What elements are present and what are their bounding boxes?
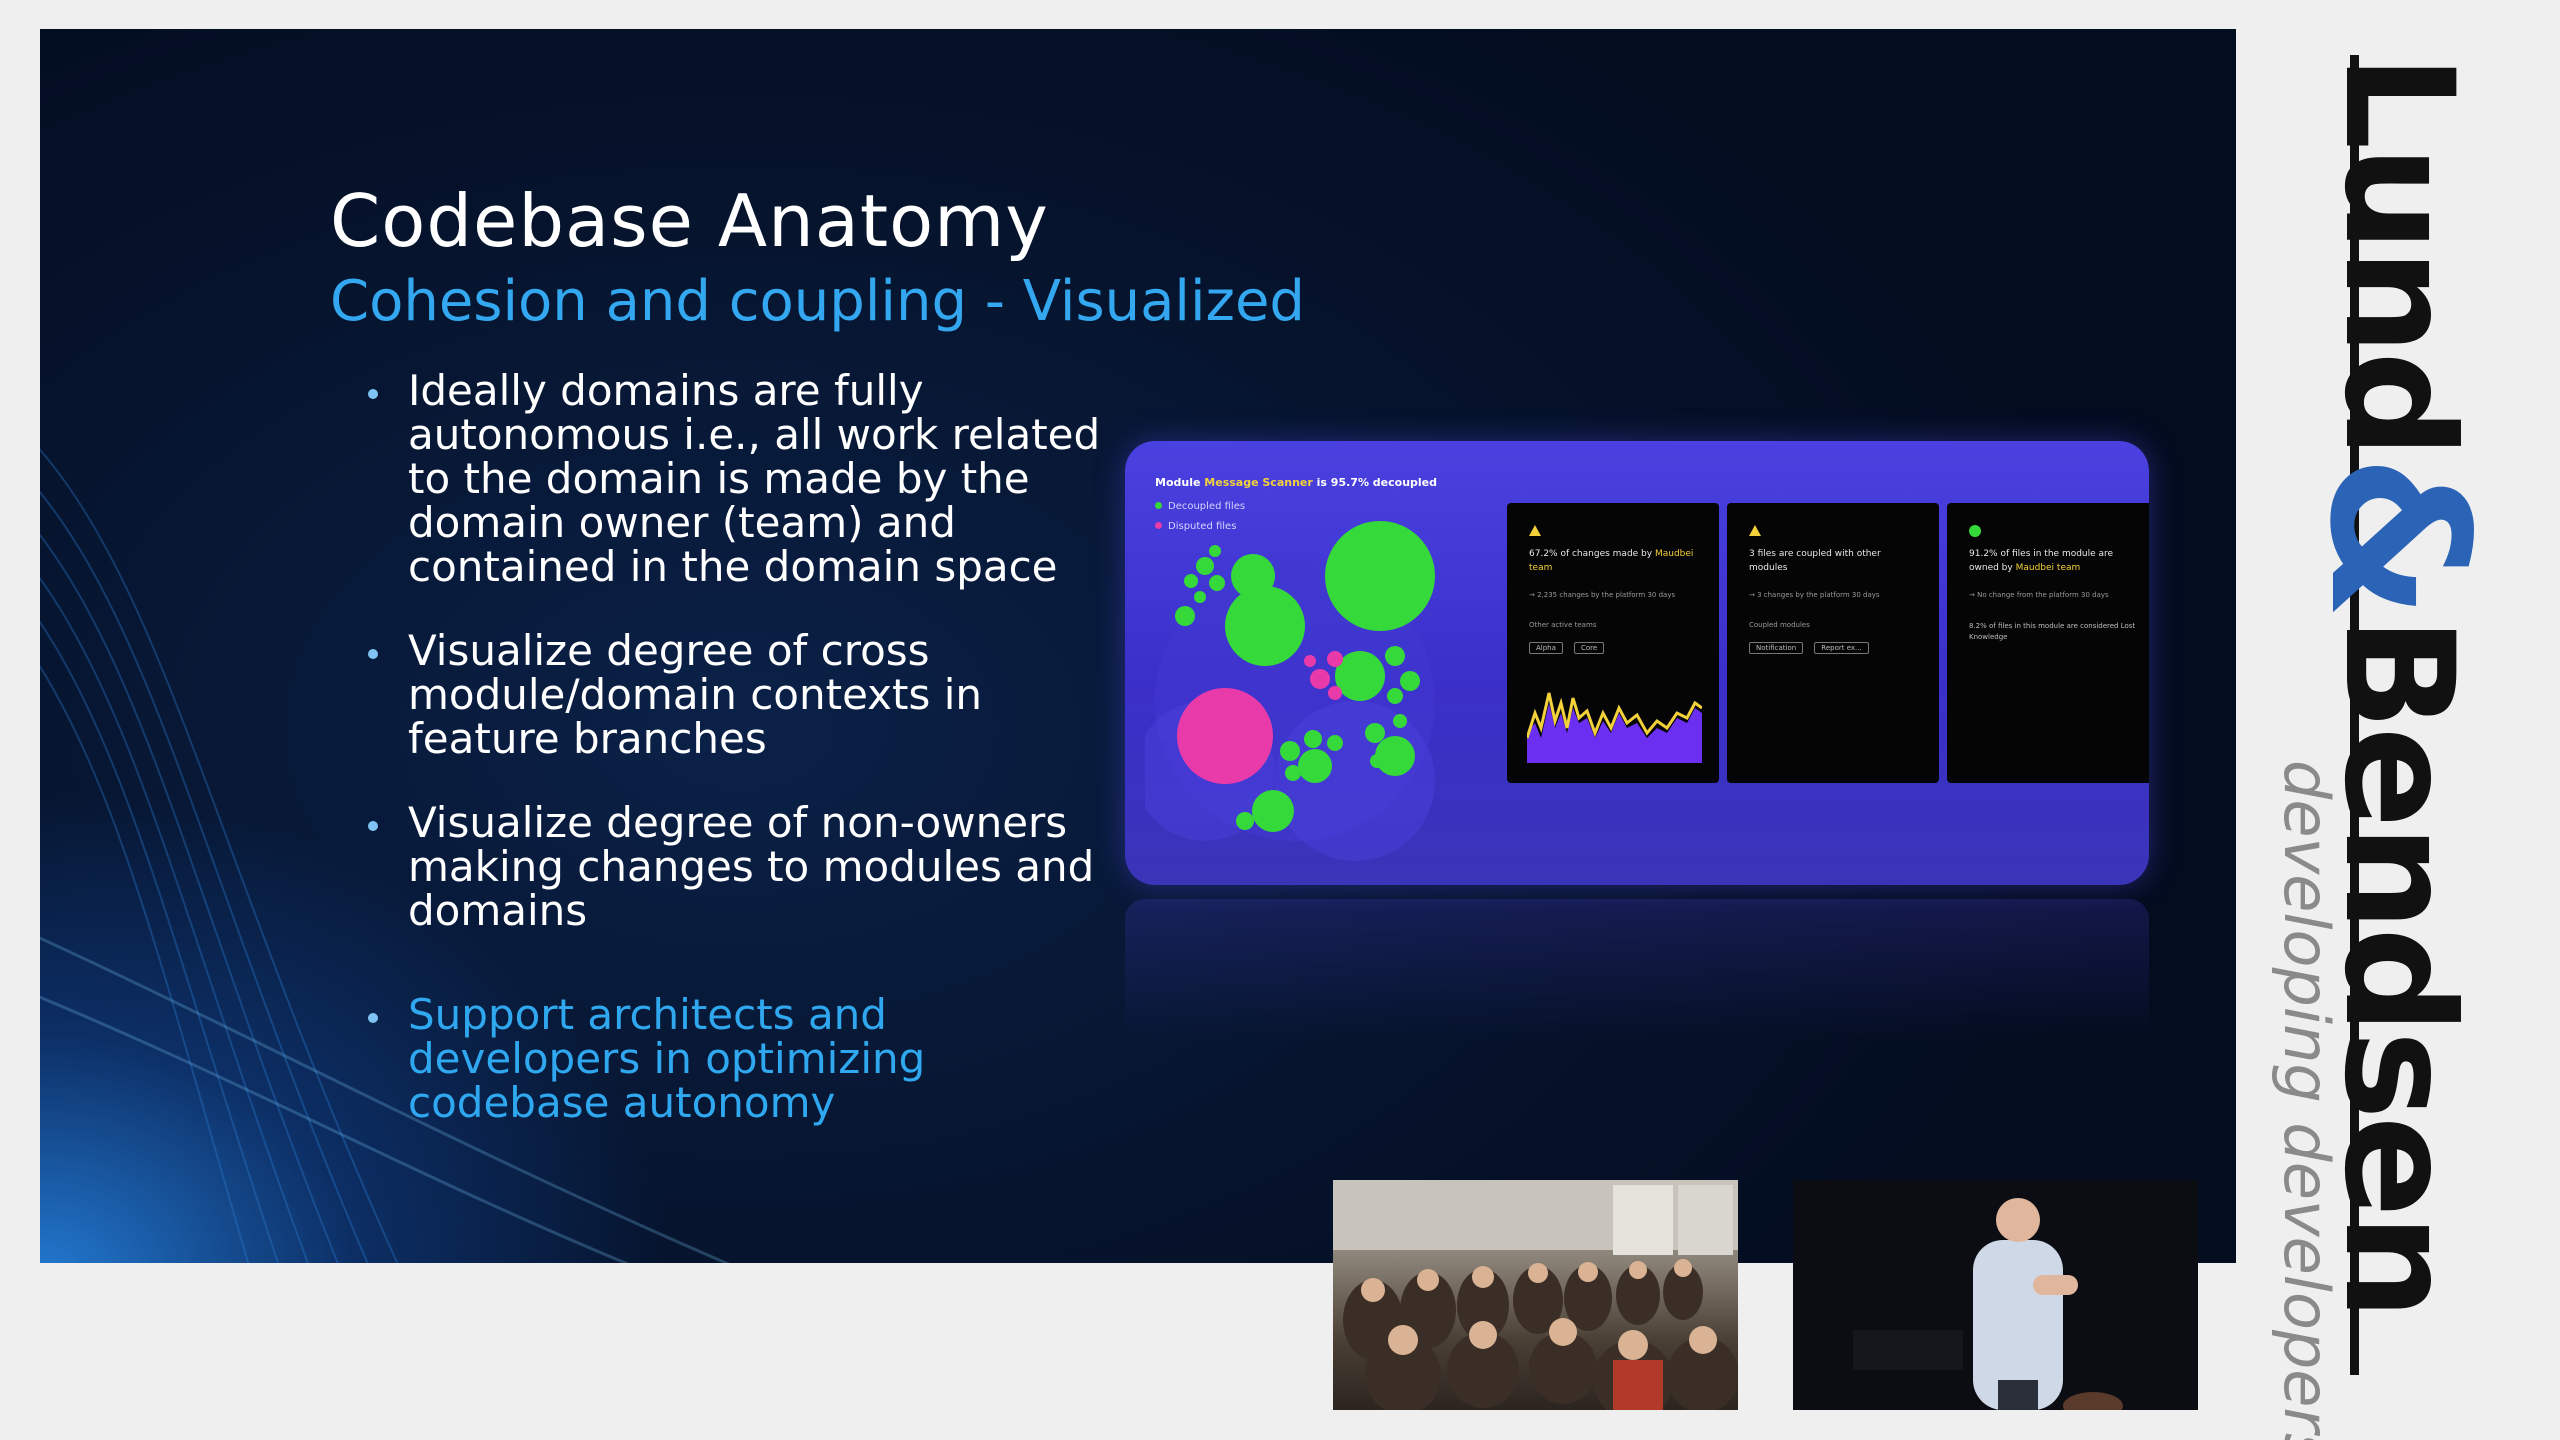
card-text: 3 files are coupled with other modules <box>1749 547 1919 575</box>
brand-tagline: developing developers <box>2270 760 2343 1440</box>
slide: Codebase Anatomy Cohesion and coupling -… <box>40 29 2236 1263</box>
module-header-suffix: is 95.7% decoupled <box>1316 476 1438 489</box>
brand-ampersand: & <box>2288 454 2509 617</box>
module-name: Message Scanner <box>1204 476 1313 489</box>
screenshot-reflection <box>1125 899 2149 1039</box>
brand-logo: Lund&Bendsen <box>2288 54 2509 1374</box>
legend-swatch-icon <box>1155 502 1162 509</box>
insight-card-ownership: 91.2% of files in the module are owned b… <box>1947 503 2149 783</box>
team-tag: Core <box>1574 642 1605 654</box>
card-tags: Notification Report ex... <box>1749 635 1875 654</box>
status-dot-icon <box>1969 525 1981 537</box>
bullet-text: Visualize degree of non-owners making ch… <box>408 798 1095 935</box>
card-sublabel: Other active teams <box>1529 621 1597 629</box>
card-detail: → 2,235 changes by the platform 30 days <box>1529 591 1676 599</box>
audience-camera-feed <box>1333 1180 1738 1410</box>
audience-image <box>1333 1180 1738 1410</box>
bullet-text: Visualize degree of cross module/domain … <box>408 626 983 763</box>
slide-subtitle: Cohesion and coupling - Visualized <box>330 269 1305 334</box>
module-tag: Report ex... <box>1814 642 1869 654</box>
activity-area-chart <box>1527 692 1702 763</box>
accent-bullet-item: Support architects and developers in opt… <box>330 993 1130 1125</box>
presentation-stream: Codebase Anatomy Cohesion and coupling -… <box>0 0 2560 1440</box>
warning-triangle-icon <box>1749 525 1761 536</box>
bullet-list: Ideally domains are fully autonomous i.e… <box>330 369 1130 1165</box>
embedded-app-screenshot: Module Message Scanner is 95.7% decouple… <box>1125 441 2149 885</box>
card-text-main: 3 files are coupled with other modules <box>1749 549 1881 573</box>
card-sublabel: 8.2% of files in this module are conside… <box>1969 622 2136 641</box>
card-text-highlight: Maudbei team <box>2015 563 2081 573</box>
card-text: 67.2% of changes made by Maudbei team <box>1529 547 1699 575</box>
slide-title: Codebase Anatomy <box>330 179 1049 263</box>
bullet-dot-icon <box>368 821 378 831</box>
bullet-text: Ideally domains are fully autonomous i.e… <box>408 366 1101 591</box>
card-text-main: 67.2% of changes made by <box>1529 549 1653 559</box>
speaker-camera-feed <box>1793 1180 2198 1410</box>
insight-card-teams: 67.2% of changes made by Maudbei team → … <box>1507 503 1719 783</box>
accent-bullet-text: Support architects and developers in opt… <box>408 990 926 1127</box>
card-detail: → No change from the platform 30 days <box>1969 591 2109 599</box>
module-tag: Notification <box>1749 642 1804 654</box>
bubble-chart <box>1145 521 1435 861</box>
bullet-item: Visualize degree of non-owners making ch… <box>330 801 1130 933</box>
speaker-image <box>1793 1180 2198 1410</box>
module-header-prefix: Module <box>1155 476 1201 489</box>
card-text: 91.2% of files in the module are owned b… <box>1969 547 2139 575</box>
team-tag: Alpha <box>1529 642 1563 654</box>
insight-card-coupling: 3 files are coupled with other modules →… <box>1727 503 1939 783</box>
card-tags: Alpha Core <box>1529 635 1610 654</box>
module-header: Module Message Scanner is 95.7% decouple… <box>1155 476 1437 489</box>
bullet-dot-icon <box>368 649 378 659</box>
warning-triangle-icon <box>1529 525 1541 536</box>
bullet-item: Visualize degree of cross module/domain … <box>330 629 1130 761</box>
bullet-dot-icon <box>368 1013 378 1023</box>
bullet-item: Ideally domains are fully autonomous i.e… <box>330 369 1130 589</box>
brand-name-part1: Lund <box>2311 54 2485 455</box>
card-sublabel: Coupled modules <box>1749 621 1810 629</box>
bullet-dot-icon <box>368 389 378 399</box>
card-detail: → 3 changes by the platform 30 days <box>1749 591 1880 599</box>
